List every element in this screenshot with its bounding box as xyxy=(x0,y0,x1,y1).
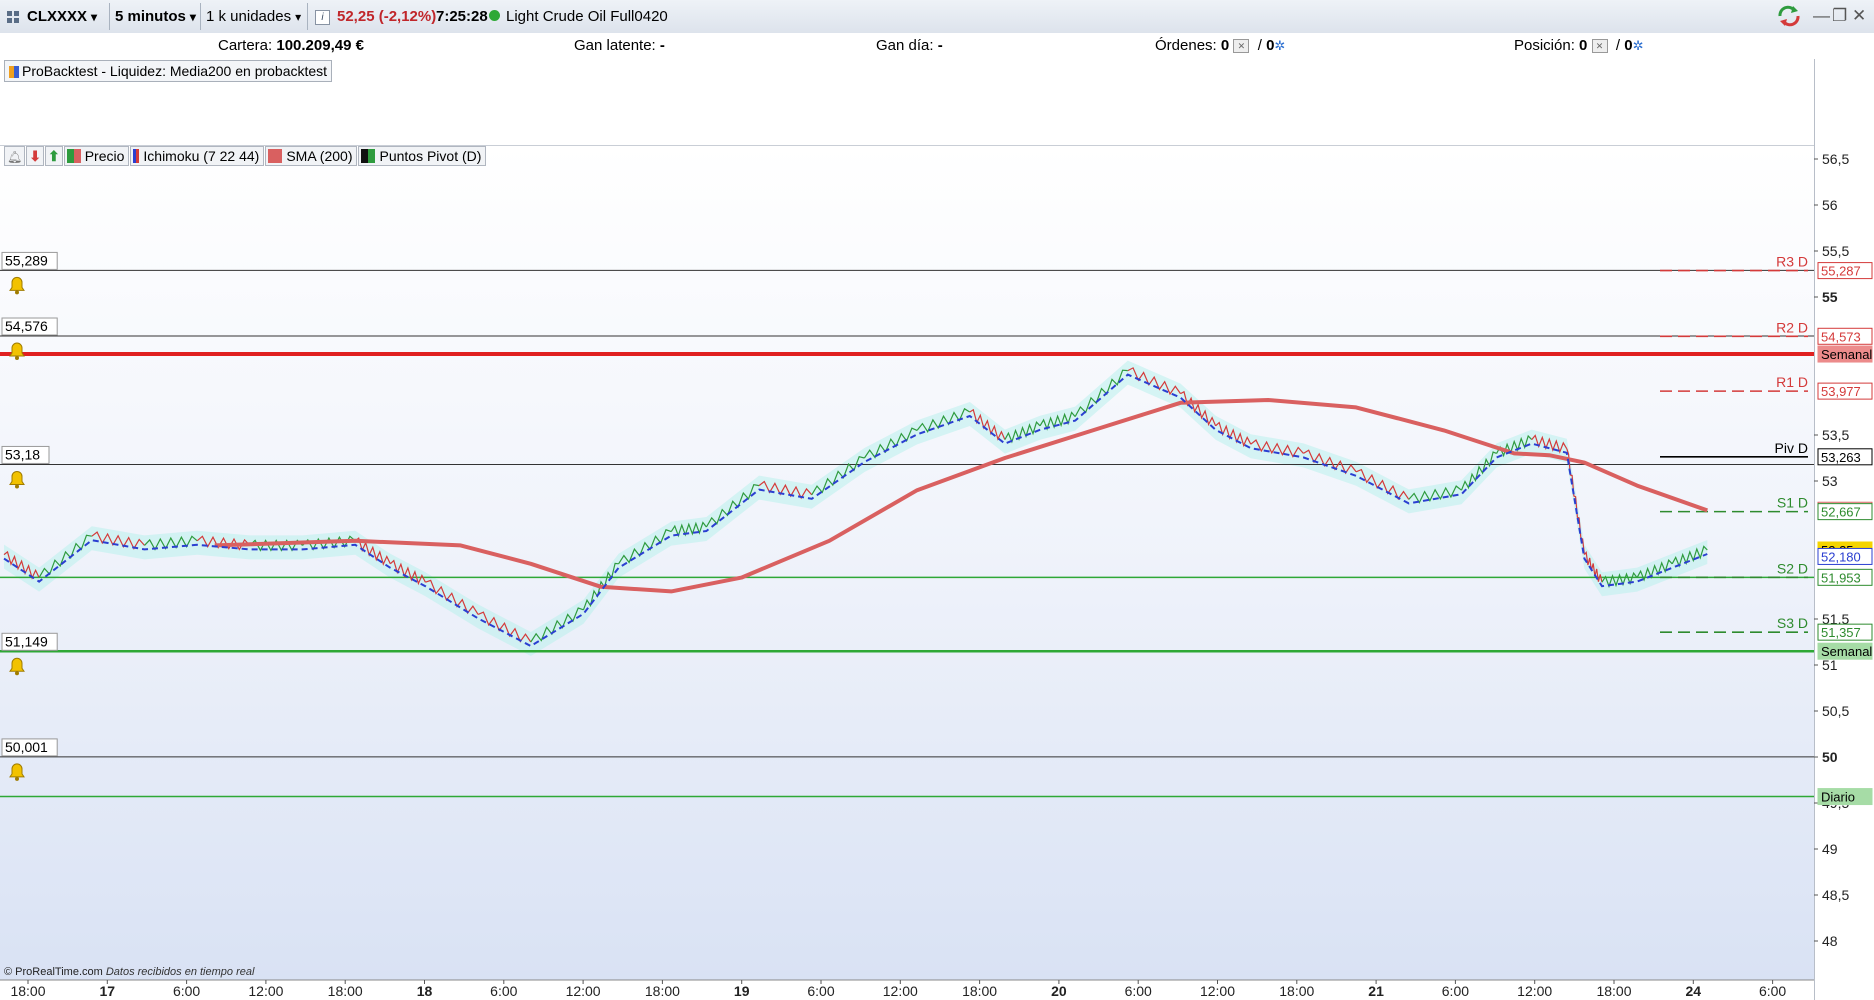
x-tick-label: 12:00 xyxy=(248,983,283,999)
posicion: Posición: 0 ✕ / 0✲ xyxy=(1514,37,1644,54)
legend-item-precio[interactable]: Precio xyxy=(63,146,130,166)
x-tick-label: 6:00 xyxy=(807,983,834,999)
x-tick-label: 18:00 xyxy=(10,983,45,999)
legend-label: Ichimoku (7 22 44) xyxy=(143,148,260,164)
arrow-down-icon: ⬇ xyxy=(29,148,41,164)
symbol-label: CLXXXX xyxy=(27,8,88,25)
account-info-bar: Cartera: 100.209,49 € Gan latente: - Gan… xyxy=(0,33,1874,60)
x-tick-label: 6:00 xyxy=(1442,983,1469,999)
ichimoku-swatch-icon xyxy=(133,149,140,163)
info-icon: i xyxy=(315,9,330,25)
toolbar: CLXXXX 5 minutos 1 k unidades i 52,25 (-… xyxy=(0,0,1874,34)
legend-item-ichimoku[interactable]: Ichimoku (7 22 44) xyxy=(130,146,265,166)
x-tick-label: 12:00 xyxy=(566,983,601,999)
legend-label: SMA (200) xyxy=(286,148,353,164)
info-button[interactable]: i xyxy=(315,4,330,29)
price-change: 52,25 (-2,12%) xyxy=(337,8,437,25)
x-tick-label: 12:00 xyxy=(1200,983,1235,999)
ordenes: Órdenes: 0 ✕ / 0✲ xyxy=(1155,37,1286,54)
legend-label: Puntos Pivot (D) xyxy=(379,148,482,164)
probacktest-panel: ProBacktest - Liquidez: Media200 en prob… xyxy=(0,59,1814,146)
sell-arrow-button[interactable]: ⬇ xyxy=(26,146,44,166)
x-tick-label: 21 xyxy=(1368,983,1384,999)
cancel-orders-icon[interactable]: ✕ xyxy=(1233,39,1250,54)
precio-swatch-icon xyxy=(66,149,81,163)
cartera-label: Cartera: xyxy=(218,37,273,54)
instrument-name: Light Crude Oil Full0420 xyxy=(506,8,668,25)
x-tick-label: 19 xyxy=(734,983,750,999)
price-axis[interactable] xyxy=(1814,59,1874,1000)
gan-dia-value: - xyxy=(937,37,943,54)
x-tick-label: 18:00 xyxy=(962,983,997,999)
probacktest-color-icon xyxy=(9,66,19,79)
posicion-value: 0 xyxy=(1579,37,1588,54)
timeframe-label: 5 minutos xyxy=(115,8,186,25)
restore-icon[interactable]: ❐ xyxy=(1832,6,1847,26)
x-tick-label: 17 xyxy=(100,983,116,999)
probacktest-label[interactable]: ProBacktest - Liquidez: Media200 en prob… xyxy=(4,60,333,82)
legend-item-pivot[interactable]: Puntos Pivot (D) xyxy=(358,146,487,166)
x-tick-label: 6:00 xyxy=(490,983,517,999)
posicion-value-2: 0 xyxy=(1624,37,1633,54)
pivot-swatch-icon xyxy=(361,149,376,163)
units-selector[interactable]: 1 k unidades xyxy=(206,4,301,29)
x-tick-label: 18 xyxy=(417,983,433,999)
source-label: © ProRealTime.com xyxy=(4,966,103,978)
alarm-button[interactable]: 🔔︎ xyxy=(4,146,26,166)
bell-icon: 🔔︎ xyxy=(7,150,23,164)
x-tick-label: 20 xyxy=(1051,983,1067,999)
data-source-footer: © ProRealTime.com Datos recibidos en tie… xyxy=(4,966,254,978)
gear-icon[interactable]: ✲ xyxy=(1633,38,1644,53)
chevron-down-icon xyxy=(186,8,196,25)
legend-label: Precio xyxy=(84,148,125,164)
gan-latente: Gan latente: - xyxy=(574,37,665,54)
x-tick-label: 12:00 xyxy=(1517,983,1552,999)
timeframe-selector[interactable]: 5 minutos xyxy=(115,4,196,29)
status-indicator xyxy=(489,4,500,29)
chevron-down-icon xyxy=(87,8,97,25)
buy-arrow-button[interactable]: ⬆ xyxy=(44,146,63,166)
x-tick-label: 18:00 xyxy=(1596,983,1631,999)
close-icon[interactable]: ✕ xyxy=(1852,6,1866,26)
x-tick-label: 6:00 xyxy=(173,983,200,999)
gan-dia-label: Gan día: xyxy=(876,37,934,54)
clock-time: 7:25:28 xyxy=(436,8,488,25)
sma-swatch-icon xyxy=(268,149,283,163)
ordenes-value: 0 xyxy=(1220,37,1230,54)
close-position-icon[interactable]: ✕ xyxy=(1591,39,1608,54)
x-tick-label: 12:00 xyxy=(883,983,918,999)
x-tick-label: 24 xyxy=(1686,983,1702,999)
arrow-up-icon: ⬆ xyxy=(47,148,60,164)
x-tick-label: 18:00 xyxy=(1279,983,1314,999)
sync-icon[interactable] xyxy=(1776,5,1802,32)
gan-latente-value: - xyxy=(659,37,665,54)
x-tick-label: 18:00 xyxy=(645,983,680,999)
x-tick-label: 6:00 xyxy=(1759,983,1786,999)
indicator-legend: 🔔︎ ⬇ ⬆ Precio Ichimoku (7 22 44) SMA (20… xyxy=(4,146,487,166)
gear-icon[interactable]: ✲ xyxy=(1274,38,1285,53)
minimize-icon[interactable]: — xyxy=(1813,6,1830,26)
legend-item-sma[interactable]: SMA (200) xyxy=(265,146,358,166)
gan-latente-label: Gan latente: xyxy=(574,37,656,54)
cartera: Cartera: 100.209,49 € xyxy=(218,37,364,54)
cartera-value: 100.209,49 € xyxy=(276,37,364,54)
ordenes-label: Órdenes: xyxy=(1155,37,1217,54)
probacktest-text: ProBacktest - Liquidez: Media200 en prob… xyxy=(22,63,328,79)
status-dot-icon xyxy=(489,10,500,22)
gan-dia: Gan día: - xyxy=(876,37,943,54)
price-chart-area[interactable] xyxy=(0,146,1814,980)
x-tick-label: 18:00 xyxy=(328,983,363,999)
chevron-down-icon xyxy=(291,8,301,25)
realtime-note: Datos recibidos en tiempo real xyxy=(105,966,255,978)
units-label: 1 k unidades xyxy=(206,8,292,25)
x-tick-label: 6:00 xyxy=(1125,983,1152,999)
symbol-selector[interactable]: CLXXXX xyxy=(27,4,97,29)
grid-icon[interactable] xyxy=(6,4,20,29)
posicion-label: Posición: xyxy=(1514,37,1575,54)
